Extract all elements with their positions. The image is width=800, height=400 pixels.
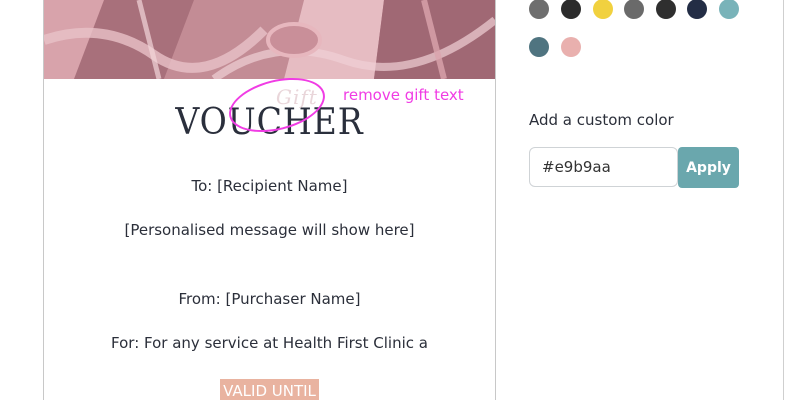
color-swatch[interactable] — [529, 37, 549, 57]
personal-message-line: [Personalised message will show here] — [124, 221, 415, 239]
custom-color-input[interactable] — [529, 147, 678, 187]
color-swatch[interactable] — [529, 0, 549, 19]
color-swatch[interactable] — [656, 0, 676, 19]
valid-until-badge: VALID UNTIL — [220, 379, 319, 400]
color-swatch[interactable] — [624, 0, 644, 19]
gift-box-header-image — [44, 0, 495, 79]
apply-button[interactable]: Apply — [678, 147, 739, 188]
color-swatch[interactable] — [561, 0, 581, 19]
panel-divider — [783, 0, 784, 400]
color-swatch[interactable] — [687, 0, 707, 19]
custom-color-label: Add a custom color — [529, 111, 674, 129]
recipient-line: To: [Recipient Name] — [191, 177, 348, 195]
purchaser-line: From: [Purchaser Name] — [178, 290, 361, 308]
annotation-text: remove gift text — [343, 86, 464, 104]
color-swatch[interactable] — [593, 0, 613, 19]
color-swatch[interactable] — [561, 37, 581, 57]
voucher-preview: VOUCHER Gift To: [Recipient Name] [Perso… — [43, 0, 496, 400]
service-line: For: For any service at Health First Cli… — [111, 334, 428, 352]
color-swatch[interactable] — [719, 0, 739, 19]
